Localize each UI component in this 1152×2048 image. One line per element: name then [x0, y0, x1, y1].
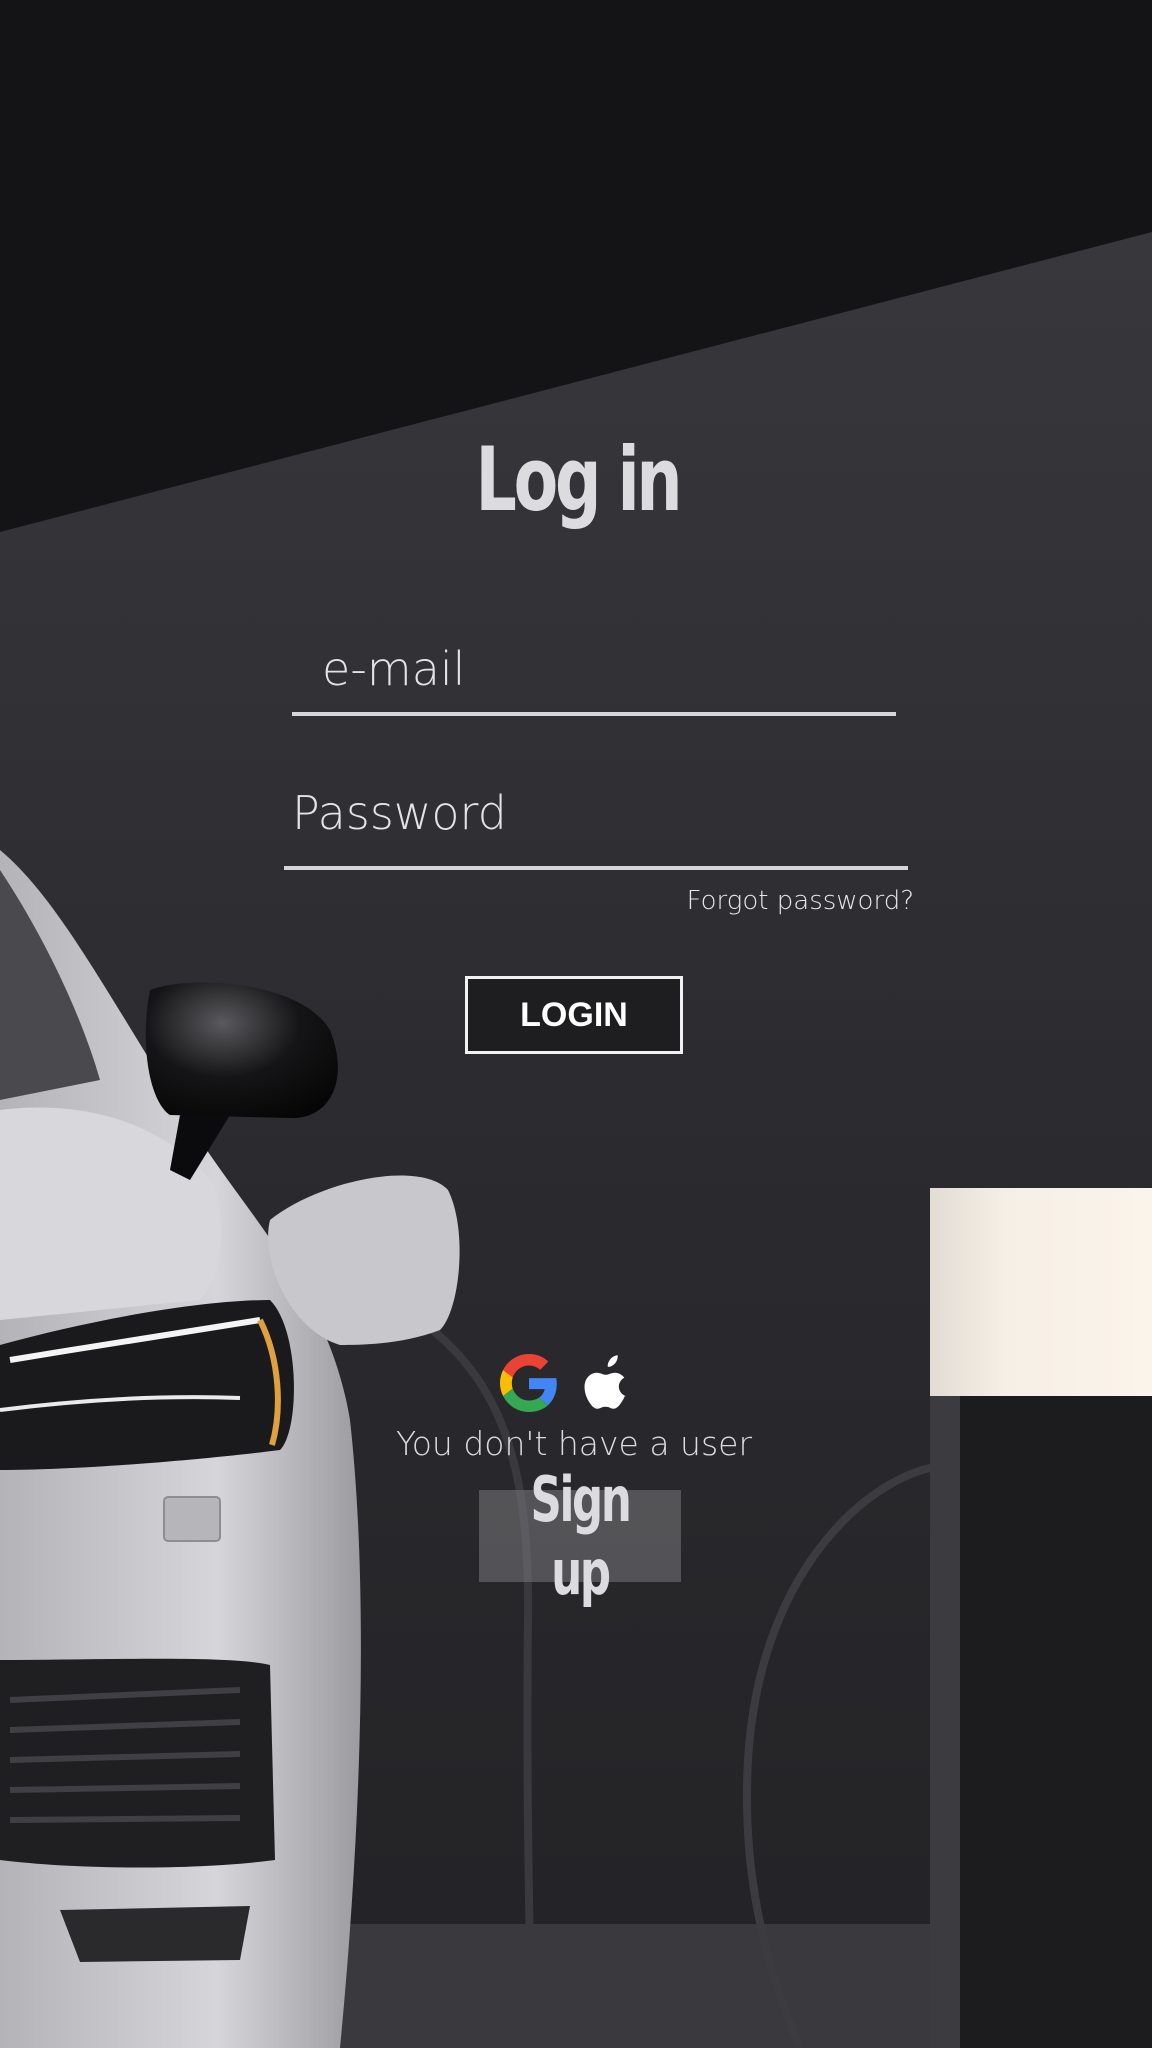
google-icon [500, 1354, 557, 1412]
signup-label: Sign up [530, 1463, 631, 1609]
email-field[interactable] [292, 626, 896, 716]
password-field[interactable] [284, 760, 908, 870]
apple-icon [584, 1355, 626, 1409]
page-title: Log in [475, 428, 683, 531]
signup-button[interactable]: Sign up [479, 1463, 681, 1609]
apple-signin-button[interactable] [578, 1354, 636, 1412]
login-button[interactable]: LOGIN [465, 976, 683, 1054]
no-account-prompt: You don't have a user [395, 1424, 753, 1463]
forgot-password-link[interactable]: Forgot password? [687, 886, 914, 916]
google-signin-button[interactable] [500, 1354, 558, 1412]
